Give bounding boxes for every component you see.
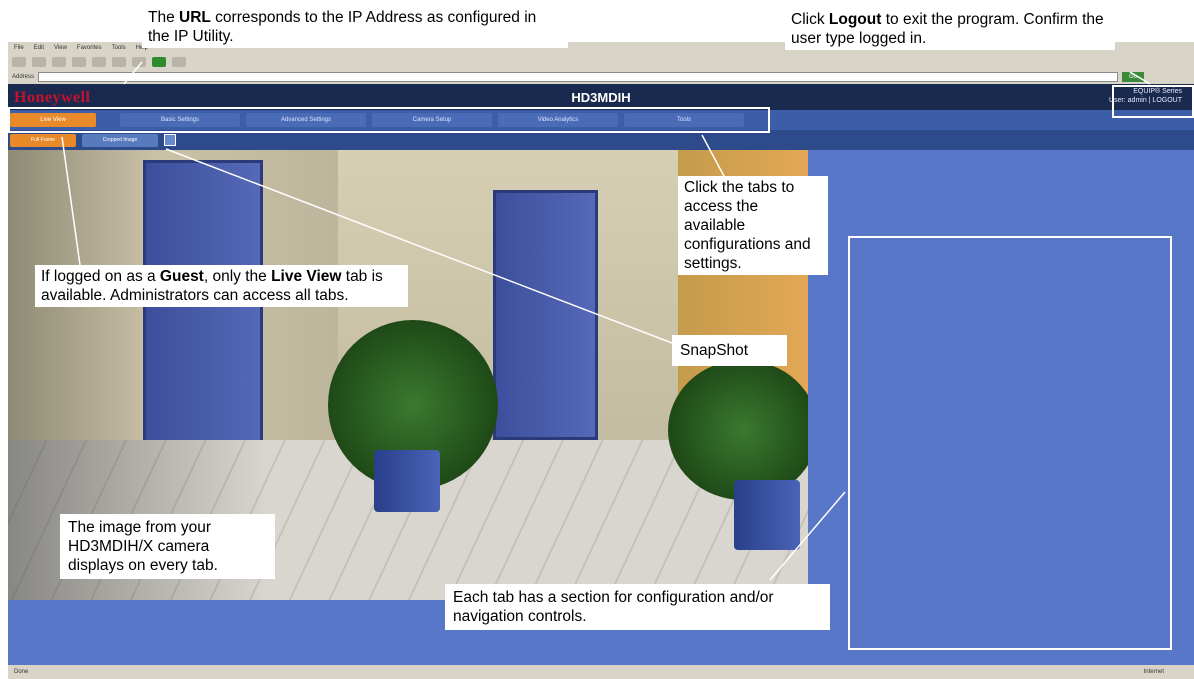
callout-url: The URL corresponds to the IP Address as… [142,6,568,48]
tabs-highlight-box [8,107,770,133]
refresh-icon[interactable] [72,57,86,67]
callout-tabs: Click the tabs to access the available c… [678,176,828,275]
door-center [493,190,598,440]
menu-edit[interactable]: Edit [34,45,44,51]
forward-icon[interactable] [32,57,46,67]
camera-model-title: HD3MDIH [571,90,631,105]
subtab-full-frame[interactable]: Full Frame [10,133,76,147]
status-text: Done [14,669,29,675]
back-icon[interactable] [12,57,26,67]
controls-section-box [848,236,1172,650]
plant-right [668,360,808,500]
callout-guest: If logged on as a Guest, only the Live V… [35,265,408,307]
menu-file[interactable]: File [14,45,24,51]
browser-toolbar [8,55,1194,69]
search-icon[interactable] [112,57,126,67]
subtab-cropped-image[interactable]: Cropped Image [82,133,158,147]
snapshot-icon[interactable] [164,134,176,146]
favorites-icon[interactable] [132,57,146,67]
address-bar: Address Go [8,70,1194,83]
media-icon[interactable] [152,57,166,67]
callout-snapshot: SnapShot [672,335,787,366]
door-left [143,160,263,460]
go-button[interactable]: Go [1122,71,1145,82]
url-field[interactable] [38,71,1119,82]
browser-statusbar: Done Internet [8,665,1194,679]
pot-center [374,450,440,512]
callout-logout: Click Logout to exit the program. Confir… [785,8,1115,50]
callout-image: The image from your HD3MDIH/X camera dis… [60,514,275,579]
menu-view[interactable]: View [54,45,67,51]
history-icon[interactable] [172,57,186,67]
menu-tools[interactable]: Tools [112,45,126,51]
pot-right [734,480,800,550]
subtab-bar: Full Frame Cropped Image [8,130,1194,150]
home-icon[interactable] [92,57,106,67]
logout-highlight-box [1112,85,1194,118]
status-zone: Internet [1143,669,1164,675]
address-label: Address [12,73,35,80]
menu-favorites[interactable]: Favorites [77,45,102,51]
stop-icon[interactable] [52,57,66,67]
callout-section: Each tab has a section for configuration… [445,584,830,630]
